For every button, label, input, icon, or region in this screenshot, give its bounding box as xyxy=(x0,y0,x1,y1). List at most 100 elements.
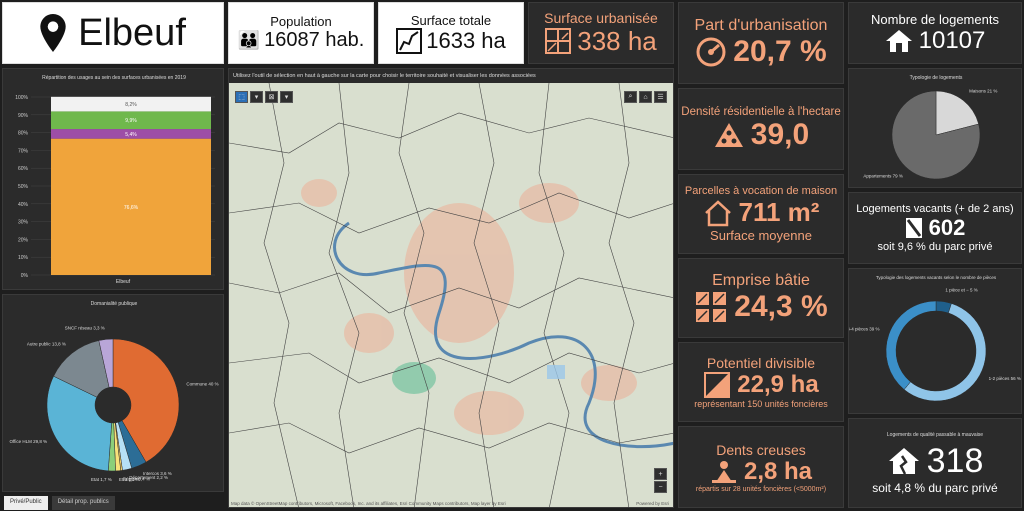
kpi-part-urbanisation-value: 20,7 % xyxy=(733,35,827,68)
gauge-icon xyxy=(696,37,726,67)
kpi-potentiel: Potentiel divisible 22,9 ha représentant… xyxy=(678,342,844,422)
surface-totale-title: Surface totale xyxy=(410,12,492,28)
kpi-dents-creuses-value: 2,8 ha xyxy=(743,457,813,485)
map-area-icon xyxy=(396,27,423,54)
vacant-door-icon xyxy=(905,218,922,238)
bar-segment-label: 8,2% xyxy=(125,102,137,108)
kpi-logements-mauvaise: Logements de qualité passable à mauvaise… xyxy=(848,418,1022,508)
domanialite-chart-title: Domanialité publique xyxy=(91,301,138,307)
bar-ytick-label: 20% xyxy=(18,237,29,243)
house-icon xyxy=(885,29,912,52)
zoom-controls: + − xyxy=(654,468,667,493)
typologie-logements-pie-chart: Typologie de logements Maisons 21 % Appar… xyxy=(863,75,997,180)
tab-detail-prop-publics[interactable]: Détail prop. publics xyxy=(51,496,115,510)
surface-totale-value: 1633 ha xyxy=(426,27,506,53)
kpi-parcelles-title: Parcelles à vocation de maison xyxy=(684,185,838,197)
bar-ytick-label: 50% xyxy=(18,184,29,190)
bottom-tabs: Privé/Public Détail prop. publics xyxy=(4,496,115,510)
pie-slice-label: Office HLM 29,8 % xyxy=(9,439,47,444)
kpi-parcelles: Parcelles à vocation de maison 711 m² Su… xyxy=(678,174,844,254)
kpi-logements-mauvaise-value: 318 xyxy=(926,441,984,480)
map-instruction: Utilisez l'outil de sélection en haut à … xyxy=(229,69,673,83)
kpi-densite-title: Densité résidentielle à l'hectare xyxy=(681,106,841,118)
vacants-pieces-donut-chart: Typologie des logements vacants selon le… xyxy=(849,275,1021,402)
pie-slice xyxy=(885,300,937,390)
tab-prive-public[interactable]: Privé/Public xyxy=(4,496,48,510)
zoom-in-button[interactable]: + xyxy=(654,468,667,480)
kpi-densite-value: 39,0 xyxy=(750,118,810,151)
kpi-logements-vacants-title: Logements vacants (+ de 2 ans) xyxy=(856,203,1014,215)
kpi-logements-vacants: Logements vacants (+ de 2 ans) 602 soit … xyxy=(848,192,1022,264)
select-tool-button[interactable]: ⬚ xyxy=(235,91,248,103)
kpi-logements-mauvaise-title: Logements de qualité passable à mauvaise xyxy=(886,431,984,438)
surface-urbanisee-value: 338 ha xyxy=(577,25,657,56)
construction-icon xyxy=(711,460,736,483)
bar-ytick-label: 100% xyxy=(15,95,28,101)
population-panel: Population 👪 16087 hab. xyxy=(228,2,374,64)
population-value: 16087 hab. xyxy=(264,29,365,51)
house-outline-icon xyxy=(704,199,731,226)
bar-ytick-label: 0% xyxy=(21,273,29,279)
vacants-pieces-panel: Typologie des logements vacants selon le… xyxy=(848,268,1022,414)
kpi-potentiel-sub: représentant 150 unités foncières xyxy=(694,399,828,409)
map-attribution: Map data © OpenStreetMap contributors, M… xyxy=(231,501,506,506)
kpi-logements-vacants-value: 602 xyxy=(928,215,966,240)
kpi-nombre-logements-value: 10107 xyxy=(918,26,986,54)
surface-urbanisee-panel: Surface urbanisée 338 ha xyxy=(528,2,674,64)
pie-slice-label: SNCF réseau 3,3 % xyxy=(65,325,105,330)
location-pin-icon xyxy=(40,14,66,52)
urban-blocks-icon xyxy=(545,28,572,54)
pie-slice-label: 3-4 pièces 39 % xyxy=(849,327,880,332)
pie-slice-label: Autre public 13,8 % xyxy=(27,341,66,346)
kpi-emprise-title: Emprise bâtie xyxy=(712,272,810,289)
pie-slice xyxy=(903,303,987,402)
more-tools-button[interactable]: ▾ xyxy=(280,91,293,103)
divided-square-icon xyxy=(704,372,731,398)
map-powered-by: Powered by Esri xyxy=(636,501,669,506)
kpi-nombre-logements: Nombre de logements 10107 xyxy=(848,2,1022,64)
typologie-logements-panel: Typologie de logements Maisons 21 % Appar… xyxy=(848,68,1022,188)
surface-urbanisee-title: Surface urbanisée xyxy=(544,9,658,26)
bar-ytick-label: 90% xyxy=(18,113,29,119)
population-title: Population xyxy=(270,14,332,29)
map-right-toolbar: ⌕ ⌂ ☰ xyxy=(624,91,667,103)
kpi-densite: Densité résidentielle à l'hectare 39,0 xyxy=(678,88,844,170)
kpi-dents-creuses-sub: répartis sur 28 unités foncières (<5000m… xyxy=(695,485,827,493)
kpi-part-urbanisation: Part d'urbanisation 20,7 % xyxy=(678,2,844,84)
damaged-house-icon xyxy=(888,448,919,475)
kpi-dents-creuses-title: Dents creuses xyxy=(716,441,806,458)
domanialite-donut-chart: Domanialité publique Commune 40 %Interco… xyxy=(9,301,218,482)
domanialite-chart-panel: Domanialité publique Commune 40 % Interco… xyxy=(2,294,224,492)
select-dropdown-button[interactable]: ▾ xyxy=(250,91,263,103)
city-name: Elbeuf xyxy=(78,11,186,54)
kpi-emprise: Emprise bâtie 24,3 % xyxy=(678,258,844,338)
kpi-potentiel-title: Potentiel divisible xyxy=(706,355,816,371)
usage-chart-title: Répartition des usages au sein des surfa… xyxy=(42,75,186,81)
pie-slice-label: Maisons 21 % xyxy=(969,88,997,93)
bar-ytick-label: 60% xyxy=(18,166,29,172)
pie-slice-label: Appartements 79 % xyxy=(863,174,903,179)
bar-segment-label: 5,4% xyxy=(125,132,137,138)
dots-triangle-icon xyxy=(714,123,743,147)
search-icon[interactable]: ⌕ xyxy=(624,91,637,103)
kpi-emprise-value: 24,3 % xyxy=(734,290,828,323)
kpi-parcelles-value: 711 m² xyxy=(738,197,820,227)
building-grid-icon xyxy=(696,292,727,322)
pie-slice-label: Etat 1,7 % xyxy=(91,477,112,482)
bar-category-label: Elbeuf xyxy=(116,279,131,285)
map-panel[interactable]: Utilisez l'outil de sélection en haut à … xyxy=(228,68,674,508)
clear-selection-button[interactable]: ⊠ xyxy=(265,91,278,103)
zoom-out-button[interactable]: − xyxy=(654,481,667,493)
city-title-panel: Elbeuf xyxy=(2,2,224,64)
home-icon[interactable]: ⌂ xyxy=(639,91,652,103)
bar-ytick-label: 70% xyxy=(18,148,29,154)
surface-totale-panel: Surface totale 1633 ha xyxy=(378,2,524,64)
bar-segment-label: 76,6% xyxy=(124,205,139,211)
bar-ytick-label: 10% xyxy=(18,255,29,261)
map-canvas[interactable] xyxy=(229,83,674,508)
bar-ytick-label: 80% xyxy=(18,131,29,137)
usage-stacked-bar-chart: Répartition des usages au sein des surfa… xyxy=(15,75,215,285)
layers-icon[interactable]: ☰ xyxy=(654,91,667,103)
kpi-logements-mauvaise-sub: soit 4,8 % du parc privé xyxy=(872,480,998,495)
bar-segment-label: 9,9% xyxy=(125,118,137,124)
